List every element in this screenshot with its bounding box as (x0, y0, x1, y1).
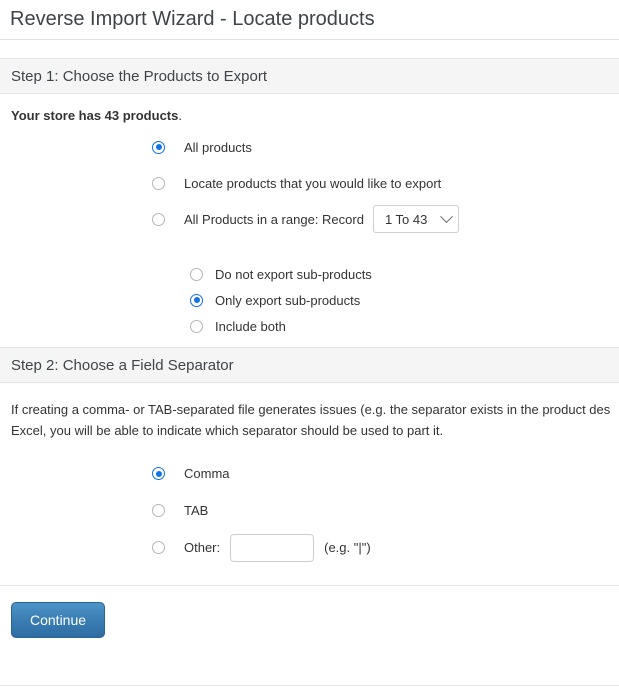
radio-indicator-tab[interactable] (152, 504, 165, 517)
bottom-divider (0, 685, 619, 686)
radio-label-only-sub-products: Only export sub-products (215, 292, 361, 308)
separator-intro-line2: Excel, you will be able to indicate whic… (11, 423, 444, 438)
separator-intro-line1: If creating a comma- or TAB-separated fi… (11, 402, 611, 417)
step2-header-text: Step 2: Choose a Field Separator (11, 356, 234, 374)
radio-indicator-all-products[interactable] (152, 140, 165, 154)
other-separator-hint: (e.g. "|") (324, 540, 371, 555)
record-range-select[interactable]: 1 To 43 (372, 205, 459, 233)
radio-indicator-comma[interactable] (152, 467, 165, 480)
radio-option-other[interactable]: Other: (e.g. "|") (0, 529, 619, 566)
other-separator-input[interactable] (230, 533, 315, 562)
wizard-footer: Continue (0, 585, 619, 659)
radio-label-other: Other: (184, 540, 221, 555)
radio-label-range: All Products in a range: Record (184, 211, 364, 227)
chevron-down-icon (440, 209, 453, 223)
radio-option-include-both[interactable]: Include both (0, 313, 619, 339)
store-product-count-tail: . (178, 108, 182, 123)
step1-header: Step 1: Choose the Products to Export (0, 58, 619, 94)
radio-option-range[interactable]: All Products in a range: Record 1 To 43 (0, 201, 619, 237)
radio-indicator-include-both[interactable] (190, 319, 203, 333)
record-range-value: 1 To 43 (384, 211, 428, 227)
radio-label-include-both: Include both (215, 318, 286, 334)
separator-intro-text: If creating a comma- or TAB-separated fi… (0, 383, 619, 441)
radio-option-no-sub-products[interactable]: Do not export sub-products (0, 261, 619, 287)
step2-header: Step 2: Choose a Field Separator (0, 347, 619, 383)
product-scope-options: All products Locate products that you wo… (0, 123, 619, 347)
store-product-count: Your store has 43 products. (0, 94, 619, 123)
radio-indicator-no-sub-products[interactable] (190, 267, 203, 281)
sub-product-options: Do not export sub-products Only export s… (0, 237, 619, 347)
page-title-text: Reverse Import Wizard - Locate products (10, 8, 375, 30)
radio-option-all-products[interactable]: All products (0, 129, 619, 165)
radio-label-tab: TAB (184, 503, 209, 518)
radio-label-no-sub-products: Do not export sub-products (215, 266, 372, 282)
radio-label-locate-products: Locate products that you would like to e… (184, 175, 442, 191)
radio-option-comma[interactable]: Comma (0, 455, 619, 492)
store-product-count-bold: Your store has 43 products (11, 108, 179, 123)
radio-label-all-products: All products (184, 139, 252, 155)
separator-options: Comma TAB Other: (e.g. "|") (0, 441, 619, 566)
continue-button[interactable]: Continue (11, 602, 106, 638)
radio-option-only-sub-products[interactable]: Only export sub-products (0, 287, 619, 313)
radio-indicator-other[interactable] (152, 541, 165, 554)
radio-option-tab[interactable]: TAB (0, 492, 619, 529)
wizard-page: Reverse Import Wizard - Locate products … (0, 0, 619, 695)
radio-indicator-locate-products[interactable] (152, 176, 165, 190)
radio-label-comma: Comma (184, 466, 230, 481)
radio-indicator-only-sub-products[interactable] (190, 293, 203, 307)
page-title: Reverse Import Wizard - Locate products (0, 0, 619, 40)
radio-indicator-range[interactable] (152, 212, 165, 226)
radio-option-locate-products[interactable]: Locate products that you would like to e… (0, 165, 619, 201)
step1-header-text: Step 1: Choose the Products to Export (11, 67, 267, 85)
